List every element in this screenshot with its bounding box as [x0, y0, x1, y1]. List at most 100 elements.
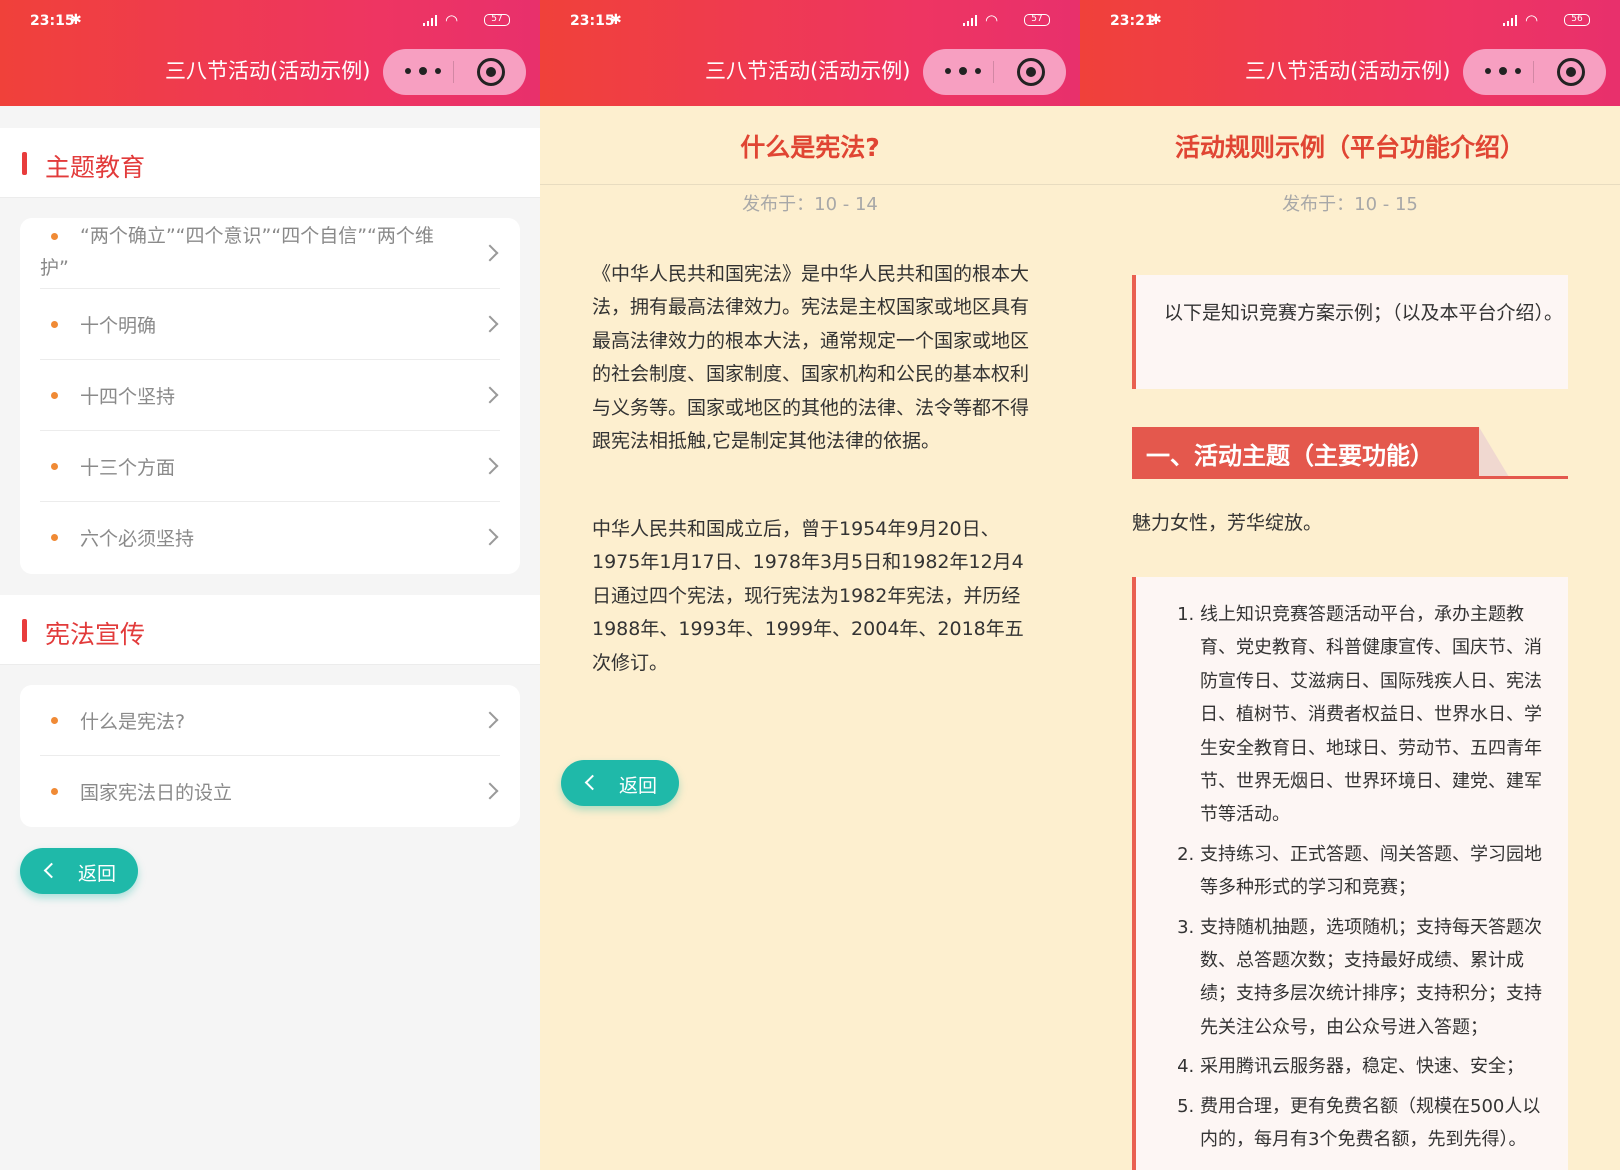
- panel-article-constitution: 23:15 ✱ ◠ 57 三八节活动(活动示例) 什么是宪法? 发布于：10 -…: [540, 0, 1080, 1170]
- mini-program-capsule: [383, 49, 526, 95]
- status-time: 23:21: [1110, 13, 1155, 29]
- banner-fold: [1479, 427, 1509, 477]
- section-accent-bar: [22, 619, 27, 642]
- back-button-label: 返回: [78, 863, 117, 885]
- capsule-divider: [453, 61, 454, 83]
- battery-icon: 57: [484, 14, 510, 26]
- record-close-icon[interactable]: [477, 58, 505, 86]
- signal-icon: [963, 14, 977, 26]
- intro-quote-text: 以下是知识竞赛方案示例；（以及本平台介绍）。: [1164, 302, 1564, 324]
- wifi-icon: ◠: [985, 11, 999, 29]
- publish-date: 发布于：10 - 15: [1282, 194, 1418, 215]
- back-button-label: 返回: [619, 775, 658, 797]
- feature-list-box: 线上知识竞赛答题活动平台，承办主题教育、党史教育、科普健康宣传、国庆节、消防宣传…: [1132, 577, 1568, 1170]
- list-item: 费用合理，更有免费名额（规模在500人以内的，每月有3个免费名额，先到先得）。: [1200, 1090, 1546, 1157]
- list-item: 采用腾讯云服务器，稳定、快速、安全；: [1200, 1050, 1546, 1083]
- battery-icon: 57: [1024, 14, 1050, 26]
- signal-icon: [1503, 14, 1517, 26]
- article-paragraph: 中华人民共和国成立后，曾于1954年9月20日、1975年1月17日、1978年…: [592, 518, 1024, 674]
- status-time: 23:15: [30, 13, 75, 29]
- list-item[interactable]: “两个确立”“四个意识”“四个自信”“两个维护”: [40, 218, 500, 289]
- list-item-label: 什么是宪法?: [80, 711, 186, 733]
- chevron-left-icon: [584, 774, 601, 791]
- back-button[interactable]: 返回: [561, 760, 679, 806]
- mini-program-capsule: [923, 49, 1066, 95]
- list-item-label: 十三个方面: [80, 457, 176, 479]
- theme-text: 魅力女性，芳华绽放。: [1132, 512, 1323, 534]
- feature-list: 线上知识竞赛答题活动平台，承办主题教育、党史教育、科普健康宣传、国庆节、消防宣传…: [1176, 598, 1546, 1163]
- page-title: 三八节活动(活动示例): [165, 59, 371, 83]
- chevron-left-icon: [43, 862, 60, 879]
- section-header-theme-education: 主题教育: [0, 128, 540, 198]
- chevron-right-icon: [481, 782, 499, 800]
- article-title: 什么是宪法?: [740, 133, 880, 162]
- bullet-dot: [51, 717, 58, 724]
- nav-header: 23:21 ✱ ◠ 56 三八节活动(活动示例): [1080, 0, 1620, 106]
- chevron-right-icon: [481, 457, 499, 475]
- chevron-right-icon: [481, 711, 499, 729]
- topic-card: 什么是宪法? 国家宪法日的设立: [20, 685, 520, 827]
- section-title: 宪法宣传: [45, 620, 146, 649]
- banner-underline: [1132, 476, 1568, 479]
- divider: [540, 184, 1080, 185]
- list-item[interactable]: 十四个坚持: [40, 360, 500, 431]
- bluetooth-icon: ✱: [70, 12, 82, 28]
- more-dots-icon[interactable]: [1483, 60, 1523, 84]
- section-accent-bar: [22, 152, 27, 175]
- list-item[interactable]: 国家宪法日的设立: [40, 756, 500, 827]
- three-screenshot-composite: 23:15 ✱ ◠ 57 三八节活动(活动示例) 主题教育 “两个确立”“四个意…: [0, 0, 1620, 1170]
- list-item[interactable]: 十个明确: [40, 289, 500, 360]
- more-dots-icon[interactable]: [943, 60, 983, 84]
- list-item[interactable]: 十三个方面: [40, 431, 500, 502]
- bullet-dot: [51, 463, 58, 470]
- page-title: 三八节活动(活动示例): [1245, 59, 1451, 83]
- section-header-constitution: 宪法宣传: [0, 595, 540, 665]
- bullet-dot: [51, 321, 58, 328]
- section-banner: 一、活动主题（主要功能）: [1132, 427, 1568, 479]
- wifi-icon: ◠: [1525, 11, 1539, 29]
- chevron-right-icon: [481, 386, 499, 404]
- list-item-label: 国家宪法日的设立: [80, 782, 233, 804]
- bluetooth-icon: ✱: [1150, 12, 1162, 28]
- list-item: 线上知识竞赛答题活动平台，承办主题教育、党史教育、科普健康宣传、国庆节、消防宣传…: [1200, 598, 1546, 832]
- section-title: 主题教育: [45, 153, 146, 182]
- divider: [1080, 184, 1620, 185]
- more-dots-icon[interactable]: [403, 60, 443, 84]
- panel-article-rules: 23:21 ✱ ◠ 56 三八节活动(活动示例) 活动规则示例（平台功能介绍） …: [1080, 0, 1620, 1170]
- bluetooth-icon: ✱: [610, 12, 622, 28]
- panel-topic-list: 23:15 ✱ ◠ 57 三八节活动(活动示例) 主题教育 “两个确立”“四个意…: [0, 0, 540, 1170]
- capsule-divider: [1533, 61, 1534, 83]
- chevron-right-icon: [481, 315, 499, 333]
- topic-card: “两个确立”“四个意识”“四个自信”“两个维护” 十个明确 十四个坚持 十三个方…: [20, 218, 520, 574]
- record-close-icon[interactable]: [1557, 58, 1585, 86]
- chevron-right-icon: [481, 528, 499, 546]
- banner-title: 一、活动主题（主要功能）: [1146, 442, 1434, 470]
- page-title: 三八节活动(活动示例): [705, 59, 911, 83]
- bullet-dot: [51, 534, 58, 541]
- intro-quote-box: 以下是知识竞赛方案示例；（以及本平台介绍）。: [1132, 275, 1568, 389]
- list-item-label: 十个明确: [80, 315, 157, 337]
- publish-date: 发布于：10 - 14: [742, 194, 878, 215]
- battery-icon: 56: [1564, 14, 1590, 26]
- chevron-right-icon: [481, 244, 499, 262]
- list-item: 支持随机抽题，选项随机；支持每天答题次数、总答题次数；支持最好成绩、累计成绩；支…: [1200, 911, 1546, 1045]
- record-close-icon[interactable]: [1017, 58, 1045, 86]
- wifi-icon: ◠: [445, 11, 459, 29]
- mini-program-capsule: [1463, 49, 1606, 95]
- list-item[interactable]: 六个必须坚持: [40, 502, 500, 573]
- back-button[interactable]: 返回: [20, 848, 138, 894]
- status-time: 23:15: [570, 13, 615, 29]
- nav-header: 23:15 ✱ ◠ 57 三八节活动(活动示例): [0, 0, 540, 106]
- list-item-label: “两个确立”“四个意识”“四个自信”“两个维护”: [40, 225, 434, 279]
- list-item: 支持练习、正式答题、闯关答题、学习园地等多种形式的学习和竞赛；: [1200, 838, 1546, 905]
- signal-icon: [423, 14, 437, 26]
- bullet-dot: [51, 392, 58, 399]
- list-item[interactable]: 什么是宪法?: [40, 685, 500, 756]
- list-item-label: 六个必须坚持: [80, 528, 195, 550]
- bullet-dot: [51, 788, 58, 795]
- capsule-divider: [993, 61, 994, 83]
- article-title: 活动规则示例（平台功能介绍）: [1174, 133, 1525, 162]
- article-paragraph: 《中华人民共和国宪法》是中华人民共和国的根本大法，拥有最高法律效力。宪法是主权国…: [592, 263, 1030, 453]
- nav-header: 23:15 ✱ ◠ 57 三八节活动(活动示例): [540, 0, 1080, 106]
- list-item-label: 十四个坚持: [80, 386, 176, 408]
